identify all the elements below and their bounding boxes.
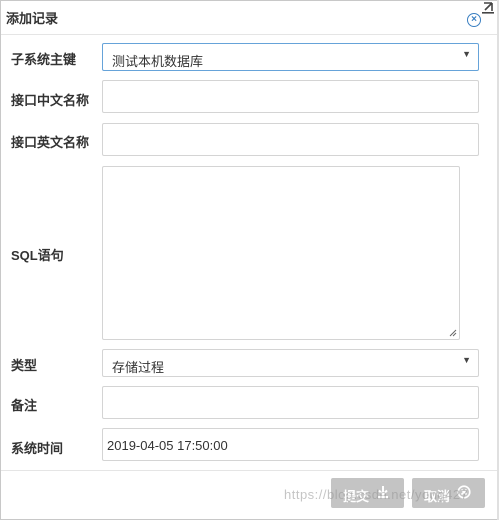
add-record-dialog: 添加记录 × 子系统主键 测试本机数据库 ▼ 接口中文名称 接口英文名称 SQL… <box>0 0 499 520</box>
remark-label: 备注 <box>11 398 38 413</box>
dialog-title: 添加记录 <box>6 11 59 26</box>
interface-cn-name-label: 接口中文名称 <box>11 93 90 108</box>
system-time-label: 系统时间 <box>11 441 64 456</box>
interface-cn-name-input[interactable] <box>102 80 479 113</box>
dialog-titlebar: 添加记录 × <box>1 1 498 35</box>
remark-input[interactable] <box>102 386 479 419</box>
sql-statement-label: SQL语句 <box>11 248 64 263</box>
subsystem-key-value: 测试本机数据库 <box>112 54 204 69</box>
sql-statement-textarea[interactable] <box>102 166 460 340</box>
close-icon[interactable]: × <box>467 13 481 27</box>
submit-button-label: 提交 <box>343 489 370 504</box>
system-time-input[interactable]: 2019-04-05 17:50:00 <box>102 428 479 461</box>
resize-grip-icon[interactable] <box>449 329 457 337</box>
type-value: 存储过程 <box>112 360 165 375</box>
chevron-down-icon: ▼ <box>462 355 471 365</box>
interface-en-name-input[interactable] <box>102 123 479 156</box>
cancel-button-label: 取消 <box>424 489 451 504</box>
cancel-button[interactable]: 取消 <box>412 478 485 508</box>
chevron-down-icon: ▼ <box>462 49 471 59</box>
system-time-value: 2019-04-05 17:50:00 <box>107 438 228 453</box>
interface-en-name-label: 接口英文名称 <box>11 135 90 150</box>
download-icon <box>378 486 388 498</box>
type-label: 类型 <box>11 358 38 373</box>
type-select[interactable]: 存储过程 ▼ <box>102 349 479 377</box>
cancel-circle-icon <box>457 485 471 499</box>
subsystem-key-select[interactable]: 测试本机数据库 ▼ <box>102 43 479 71</box>
submit-button[interactable]: 提交 <box>331 478 404 508</box>
minimize-icon[interactable] <box>481 2 495 14</box>
subsystem-key-label: 子系统主键 <box>11 52 77 67</box>
